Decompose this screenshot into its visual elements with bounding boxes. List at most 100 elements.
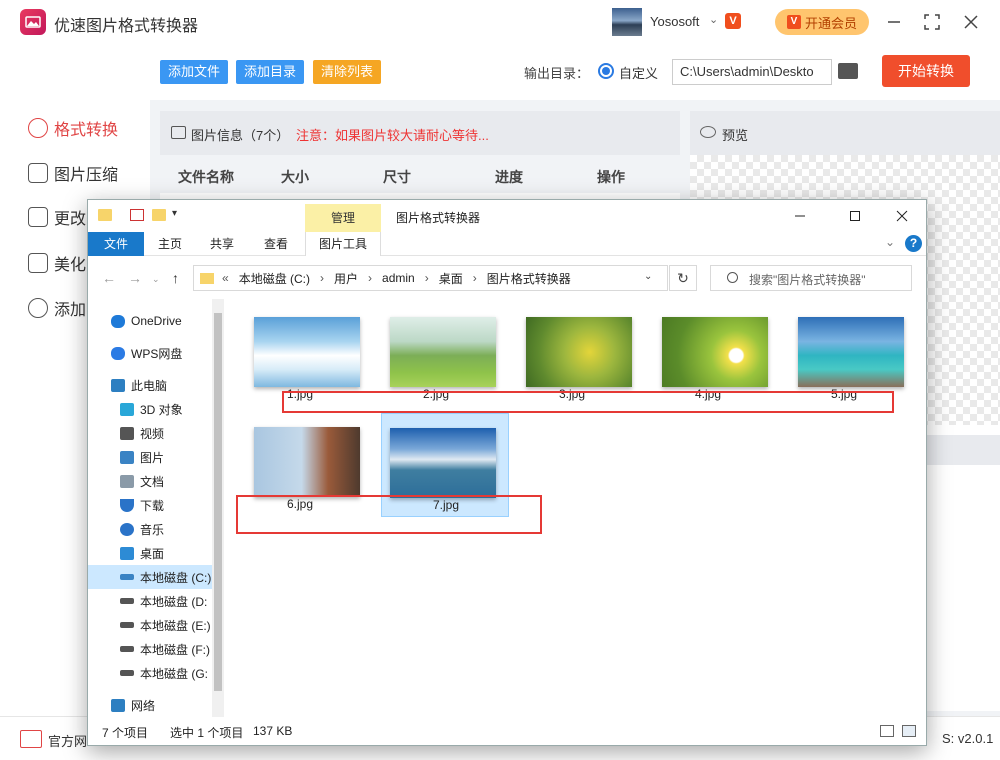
tree-item-label: WPS网盘 — [131, 346, 183, 361]
tree-item-3d-objects[interactable]: 3D 对象 — [88, 397, 212, 421]
custom-radio-label[interactable]: 自定义 — [619, 63, 658, 82]
output-path-field[interactable]: C:\Users\admin\Deskto — [672, 59, 832, 85]
breadcrumb-separator[interactable]: › — [368, 271, 372, 285]
start-convert-button[interactable]: 开始转换 — [882, 55, 970, 87]
tree-item-documents[interactable]: 文档 — [88, 469, 212, 493]
tree-item-drive-e[interactable]: 本地磁盘 (E:) — [88, 613, 212, 637]
tree-item-desktop[interactable]: 桌面 — [88, 541, 212, 565]
image-info-note: 注意：如果图片较大请耐心等待... — [296, 128, 489, 143]
sidebar-item-format-convert[interactable]: 格式转换 — [28, 116, 118, 140]
ribbon: 文件 主页 共享 查看 图片工具 ⌄ ? — [88, 232, 926, 256]
tree-item-drive-f[interactable]: 本地磁盘 (F:) — [88, 637, 212, 661]
maximize-icon — [850, 211, 860, 221]
close-icon — [964, 15, 978, 29]
forward-arrow-icon[interactable]: → — [128, 270, 142, 286]
computer-icon — [111, 378, 125, 392]
address-dropdown-icon[interactable]: ⌄ — [644, 271, 652, 282]
tab-file[interactable]: 文件 — [88, 232, 144, 256]
folder-icon[interactable] — [838, 63, 858, 79]
expand-ribbon-icon[interactable]: ⌄ — [885, 235, 895, 249]
official-site-link[interactable]: 官方网 — [48, 731, 87, 750]
maximize-icon — [924, 14, 940, 30]
tree-item-network[interactable]: 网络 — [88, 693, 212, 717]
preview-header: 预览 — [690, 111, 1000, 155]
maximize-button[interactable] — [920, 10, 944, 34]
explorer-title-bar: ▾ 管理 图片格式转换器 — [88, 200, 926, 232]
resize-icon — [28, 207, 48, 227]
tree-item-this-pc[interactable]: 此电脑 — [88, 373, 212, 397]
recent-dropdown-icon[interactable]: ⌄ — [152, 274, 160, 285]
tree-item-videos[interactable]: 视频 — [88, 421, 212, 445]
details-view-icon[interactable] — [880, 725, 894, 737]
sidebar-item-compress[interactable]: 图片压缩 — [28, 161, 118, 185]
avatar[interactable] — [612, 8, 642, 36]
minimize-button[interactable] — [882, 10, 906, 34]
close-button[interactable] — [959, 10, 983, 34]
explorer-minimize-button[interactable] — [782, 204, 818, 228]
nav-scrollbar[interactable] — [212, 299, 224, 717]
new-folder-icon[interactable] — [152, 209, 166, 221]
breadcrumb-separator[interactable]: › — [320, 271, 324, 285]
breadcrumb-item[interactable]: 用户 — [334, 270, 358, 287]
tree-item-pictures[interactable]: 图片 — [88, 445, 212, 469]
tree-item-drive-g[interactable]: 本地磁盘 (G: — [88, 661, 212, 685]
sidebar-item-watermark[interactable]: 添加 — [28, 296, 86, 320]
file-explorer-window: ▾ 管理 图片格式转换器 文件 主页 共享 查看 图片工具 ⌄ ? ← → ⌄ … — [87, 199, 927, 746]
add-directory-button[interactable]: 添加目录 — [236, 60, 305, 84]
large-icons-view-icon[interactable] — [902, 725, 916, 737]
chevron-down-icon[interactable]: ⌄ — [709, 13, 718, 26]
explorer-close-button[interactable] — [884, 204, 920, 228]
vip-button[interactable]: V 开通会员 — [775, 9, 869, 35]
tree-item-label: 本地磁盘 (E:) — [140, 618, 211, 633]
quick-access-dropdown-icon[interactable]: ▾ — [172, 208, 177, 219]
refresh-button[interactable]: ↻ — [669, 265, 697, 291]
tree-item-downloads[interactable]: 下载 — [88, 493, 212, 517]
tab-picture-tools[interactable]: 图片工具 — [305, 232, 381, 256]
properties-icon[interactable] — [130, 209, 144, 221]
sidebar-item-label: 格式转换 — [54, 122, 119, 139]
sidebar-item-label: 更改 — [54, 211, 87, 228]
annotation-box-row2 — [236, 495, 542, 534]
breadcrumb-separator[interactable]: › — [473, 271, 477, 285]
breadcrumb-overflow[interactable]: « — [222, 271, 229, 285]
tree-item-drive-c[interactable]: 本地磁盘 (C:) — [88, 565, 212, 589]
explorer-maximize-button[interactable] — [837, 204, 873, 228]
help-icon[interactable]: ? — [905, 235, 922, 252]
tab-home[interactable]: 主页 — [144, 232, 196, 256]
search-input[interactable]: 搜索"图片格式转换器" — [710, 265, 912, 291]
sidebar-item-resize[interactable]: 更改 — [28, 205, 86, 229]
explorer-window-title: 图片格式转换器 — [396, 211, 481, 225]
image-info-header: 图片信息（7个） 注意：如果图片较大请耐心等待... — [160, 111, 680, 155]
tree-item-label: 文档 — [140, 474, 165, 489]
user-name[interactable]: Yososoft — [650, 14, 699, 29]
tab-share[interactable]: 共享 — [196, 232, 248, 256]
tab-view[interactable]: 查看 — [250, 232, 302, 256]
eye-icon — [700, 126, 716, 138]
tree-item-label: 视频 — [140, 426, 165, 441]
drive-icon — [120, 622, 134, 628]
tree-item-music[interactable]: 音乐 — [88, 517, 212, 541]
breadcrumb-separator[interactable]: › — [425, 271, 429, 285]
output-dir-label: 输出目录： — [524, 66, 590, 81]
tree-item-onedrive[interactable]: OneDrive — [88, 309, 212, 333]
image-info-title: 图片信息（7个） — [191, 128, 290, 143]
website-icon[interactable] — [20, 730, 42, 748]
image-thumbnail — [526, 317, 632, 387]
sidebar-item-beautify[interactable]: 美化 — [28, 251, 86, 275]
breadcrumb-item[interactable]: 桌面 — [439, 270, 463, 287]
add-file-button[interactable]: 添加文件 — [160, 60, 229, 84]
selected-size: 137 KB — [253, 724, 293, 738]
manage-tab[interactable]: 管理 — [305, 204, 381, 232]
clear-list-button[interactable]: 清除列表 — [313, 60, 382, 84]
tree-item-drive-d[interactable]: 本地磁盘 (D: — [88, 589, 212, 613]
back-arrow-icon[interactable]: ← — [102, 270, 116, 286]
breadcrumb-item[interactable]: admin — [382, 271, 415, 285]
tree-item-wps-cloud[interactable]: WPS网盘 — [88, 341, 212, 365]
address-bar[interactable]: « 本地磁盘 (C:) › 用户 › admin › 桌面 › 图片格式转换器 — [193, 265, 668, 291]
annotation-box-row1 — [282, 391, 894, 413]
breadcrumb-item[interactable]: 本地磁盘 (C:) — [239, 270, 310, 287]
up-arrow-icon[interactable]: ↑ — [172, 270, 179, 286]
nav-scrollbar-thumb[interactable] — [214, 313, 222, 691]
breadcrumb-item[interactable]: 图片格式转换器 — [487, 270, 571, 287]
custom-radio[interactable] — [598, 63, 614, 79]
